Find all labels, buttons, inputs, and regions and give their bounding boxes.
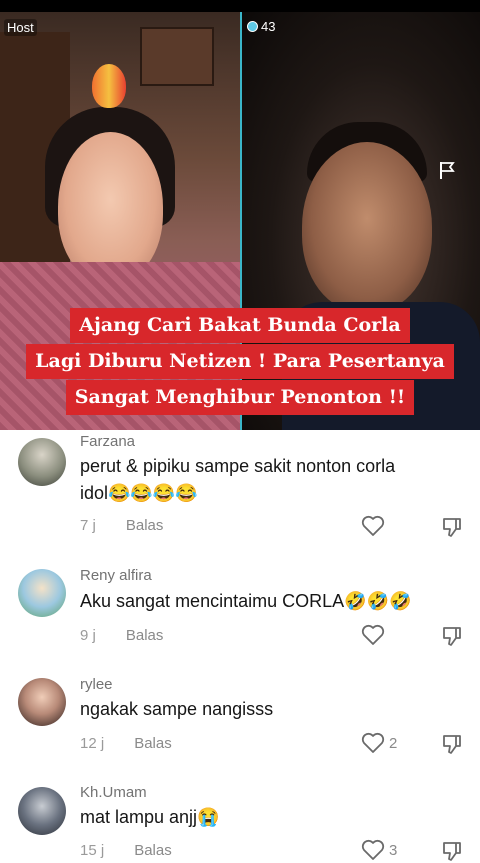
comment-time: 7 j: [80, 517, 96, 534]
headline-line-2: Lagi Diburu Netizen ! Para Pesertanya: [26, 344, 454, 379]
comment-text-line: mat lampu anjj😭: [80, 807, 220, 827]
comment-meta: 9 j Balas: [80, 627, 163, 644]
like-button[interactable]: 2: [361, 732, 397, 754]
headline-line-3: Sangat Menghibur Penonton !!: [65, 380, 415, 415]
flag-icon[interactable]: [438, 160, 456, 180]
dislike-icon[interactable]: [440, 732, 464, 756]
comment-text: ngakak sampe nangisss: [80, 696, 460, 723]
comment-text-line: ngakak sampe nangisss: [80, 699, 274, 719]
like-count: 3: [389, 841, 398, 859]
comment-meta: 12 j Balas: [80, 735, 172, 752]
comment-text: mat lampu anjj😭: [80, 804, 460, 831]
live-video-area: Host 43 Ajang Cari Bakat Bunda Corla Lag…: [0, 0, 480, 430]
comment-text: perut & pipiku sampe sakit nonton corla …: [80, 453, 460, 507]
avatar[interactable]: [18, 438, 66, 486]
eye-icon: [247, 21, 258, 32]
comment-text-line: perut & pipiku sampe sakit nonton corla: [80, 456, 396, 476]
host-face: [58, 132, 163, 282]
like-button[interactable]: [361, 624, 389, 646]
comment-list: Farzana perut & pipiku sampe sakit nonto…: [0, 430, 480, 861]
comment-time: 15 j: [80, 842, 105, 859]
avatar[interactable]: [18, 569, 66, 617]
like-button[interactable]: [361, 515, 389, 537]
comment-meta: 15 j Balas: [80, 842, 172, 859]
viewer-count-value: 43: [261, 19, 276, 34]
guest-face: [302, 142, 432, 312]
comment-username[interactable]: Farzana: [80, 433, 135, 450]
heart-icon: [361, 624, 385, 645]
avatar[interactable]: [18, 787, 66, 835]
heart-icon: [361, 839, 385, 860]
host-badge: Host: [4, 19, 37, 36]
dislike-icon[interactable]: [440, 515, 464, 539]
background-frame: [140, 27, 214, 86]
comment-text: Aku sangat mencintaimu CORLA🤣🤣🤣: [80, 588, 460, 615]
reply-button[interactable]: Balas: [126, 627, 164, 644]
comment-time: 12 j: [80, 735, 105, 752]
heart-icon: [361, 515, 385, 536]
like-button[interactable]: 3: [361, 839, 397, 861]
headline-caption: Ajang Cari Bakat Bunda Corla Lagi Diburu…: [0, 308, 480, 416]
comment-text-line: Aku sangat mencintaimu CORLA🤣🤣🤣: [80, 591, 412, 611]
comment-text-line: idol😂😂😂😂: [80, 483, 198, 503]
heart-icon: [361, 732, 385, 753]
comment-username[interactable]: rylee: [80, 676, 113, 693]
comment-username[interactable]: Reny alfira: [80, 567, 152, 584]
dislike-icon[interactable]: [440, 624, 464, 648]
fruit-effect-icon: [92, 64, 126, 108]
dislike-icon[interactable]: [440, 839, 464, 863]
avatar[interactable]: [18, 678, 66, 726]
reply-button[interactable]: Balas: [126, 517, 164, 534]
viewer-count: 43: [247, 19, 275, 34]
like-count: 2: [389, 734, 398, 752]
comment-time: 9 j: [80, 627, 96, 644]
comment-meta: 7 j Balas: [80, 517, 163, 534]
reply-button[interactable]: Balas: [134, 735, 172, 752]
headline-line-1: Ajang Cari Bakat Bunda Corla: [70, 308, 410, 343]
comment-username[interactable]: Kh.Umam: [80, 784, 147, 801]
reply-button[interactable]: Balas: [134, 842, 172, 859]
